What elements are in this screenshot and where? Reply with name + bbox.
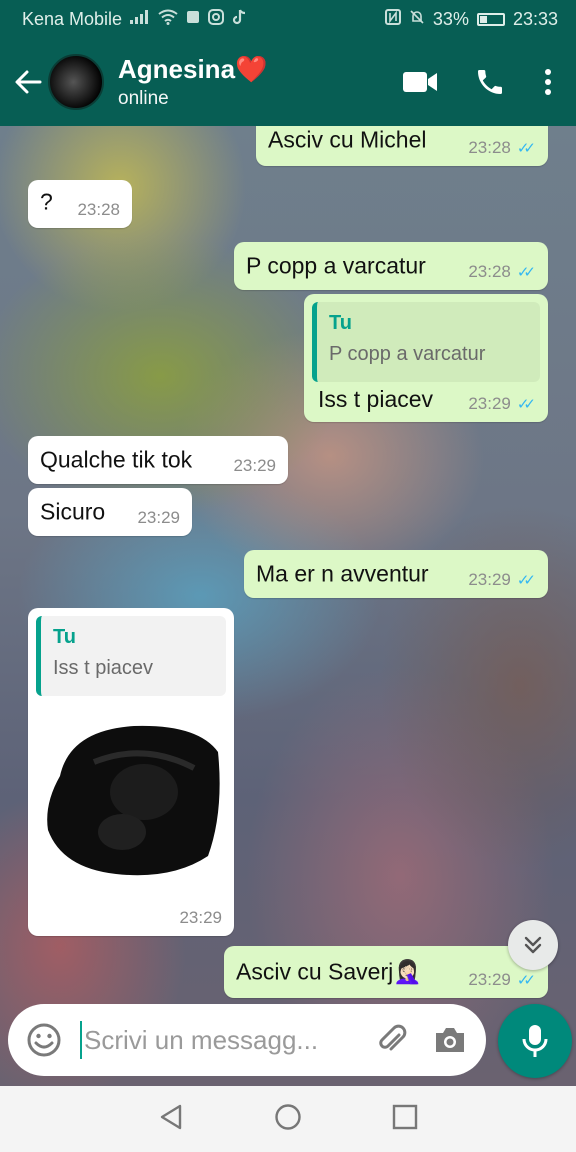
tiktok-icon: [232, 9, 246, 29]
scroll-to-bottom-button[interactable]: [508, 920, 558, 970]
camera-button[interactable]: [428, 1018, 472, 1062]
message-bubble-incoming[interactable]: Sicuro 23:29: [28, 488, 192, 536]
sticker-image[interactable]: [34, 712, 232, 890]
message-text: Sicuro: [40, 498, 106, 525]
voice-record-button[interactable]: [498, 1004, 572, 1078]
triangle-back-icon: [160, 1104, 182, 1129]
message-time: 23:29: [179, 908, 222, 927]
square-recents-icon: [392, 1104, 418, 1129]
clock: 23:33: [512, 8, 558, 29]
message-time: 23:29: [233, 456, 276, 475]
carrier-name: Kena Mobile: [22, 8, 123, 29]
message-input[interactable]: Scrivi un messagg...: [80, 1021, 370, 1059]
back-button[interactable]: [12, 66, 44, 98]
message-text: Asciv cu Saverj🤦🏻‍♀️: [236, 958, 422, 985]
square-notification-icon: [186, 10, 200, 28]
emoji-icon: [27, 1023, 61, 1057]
double-check-icon: ✓✓: [516, 140, 536, 157]
message-time: 23:28: [77, 200, 120, 219]
double-check-icon: ✓✓: [516, 572, 536, 589]
quoted-author: Tu: [329, 312, 352, 334]
status-bar: Kena Mobile 33% 23:33: [0, 0, 576, 38]
message-time: 23:28: [468, 262, 511, 281]
mic-icon: [522, 1025, 548, 1057]
presence-status: online: [118, 88, 169, 109]
paperclip-icon: [379, 1024, 407, 1051]
nfc-icon: [384, 9, 401, 29]
quoted-message[interactable]: Tu P copp a varcatur: [312, 302, 540, 382]
message-bubble-incoming-sticker[interactable]: Tu Iss t piacev 23:29: [28, 608, 234, 936]
system-nav-bar: [0, 1086, 576, 1152]
message-time: 23:29: [137, 508, 180, 527]
message-bubble-outgoing[interactable]: P copp a varcatur 23:28 ✓✓: [234, 242, 548, 290]
message-text: Ma er n avventur: [256, 560, 429, 587]
quoted-message[interactable]: Tu Iss t piacev: [36, 616, 226, 696]
contact-info[interactable]: Agnesina❤️ online: [118, 54, 378, 110]
menu-button[interactable]: [532, 54, 564, 110]
nav-back-button[interactable]: [158, 1103, 184, 1136]
phone-icon: [478, 70, 502, 94]
chat-area[interactable]: Asciv cu Michel 23:28 ✓✓ ? 23:28 P copp a…: [0, 126, 576, 1086]
message-text: Iss t piacev: [318, 386, 434, 412]
video-camera-icon: [403, 72, 437, 92]
message-time: 23:29: [468, 570, 511, 589]
arrow-left-icon: [15, 70, 42, 94]
message-bubble-incoming[interactable]: ? 23:28: [28, 180, 132, 228]
message-bubble-outgoing[interactable]: Ma er n avventur 23:29 ✓✓: [244, 550, 548, 598]
emoji-button[interactable]: [22, 1018, 66, 1062]
message-text: Qualche tik tok: [40, 446, 193, 473]
double-check-icon: ✓✓: [516, 972, 536, 989]
message-text: P copp a varcatur: [246, 252, 426, 279]
circle-home-icon: [275, 1103, 301, 1130]
quoted-text: Iss t piacev: [53, 657, 154, 679]
more-vert-icon: [545, 69, 551, 95]
battery-icon: [476, 12, 505, 26]
signal-icon: [130, 10, 150, 28]
battery-percent: 33%: [432, 8, 469, 29]
message-time: 23:29: [468, 394, 511, 413]
message-text: ?: [40, 188, 53, 215]
quoted-author: Tu: [53, 626, 76, 648]
message-time: 23:29: [468, 970, 511, 989]
wifi-icon: [158, 9, 178, 29]
voice-call-button[interactable]: [462, 54, 518, 110]
double-chevron-down-icon: [524, 936, 542, 954]
double-check-icon: ✓✓: [516, 396, 536, 413]
nav-home-button[interactable]: [274, 1103, 302, 1136]
message-bubble-outgoing[interactable]: Asciv cu Michel 23:28 ✓✓: [256, 126, 548, 166]
camera-icon: [436, 1028, 464, 1052]
chat-header: Agnesina❤️ online: [0, 38, 576, 126]
avatar[interactable]: [48, 54, 104, 110]
contact-name: Agnesina❤️: [118, 54, 268, 84]
mute-bell-icon: [409, 9, 425, 29]
video-call-button[interactable]: [392, 54, 448, 110]
instagram-icon: [208, 9, 225, 29]
attach-button[interactable]: [370, 1018, 414, 1062]
message-bubble-outgoing[interactable]: Asciv cu Saverj🤦🏻‍♀️ 23:29 ✓✓: [224, 946, 548, 998]
message-text: Asciv cu Michel: [268, 126, 427, 153]
message-time: 23:28: [468, 138, 511, 157]
message-bubble-incoming[interactable]: Qualche tik tok 23:29: [28, 436, 288, 484]
message-bubble-outgoing-reply[interactable]: Tu P copp a varcatur Iss t piacev 23:29 ✓…: [304, 294, 548, 422]
nav-recents-button[interactable]: [392, 1104, 418, 1135]
message-composer: Scrivi un messagg...: [8, 1004, 486, 1076]
quoted-text: P copp a varcatur: [329, 343, 486, 365]
double-check-icon: ✓✓: [516, 264, 536, 281]
